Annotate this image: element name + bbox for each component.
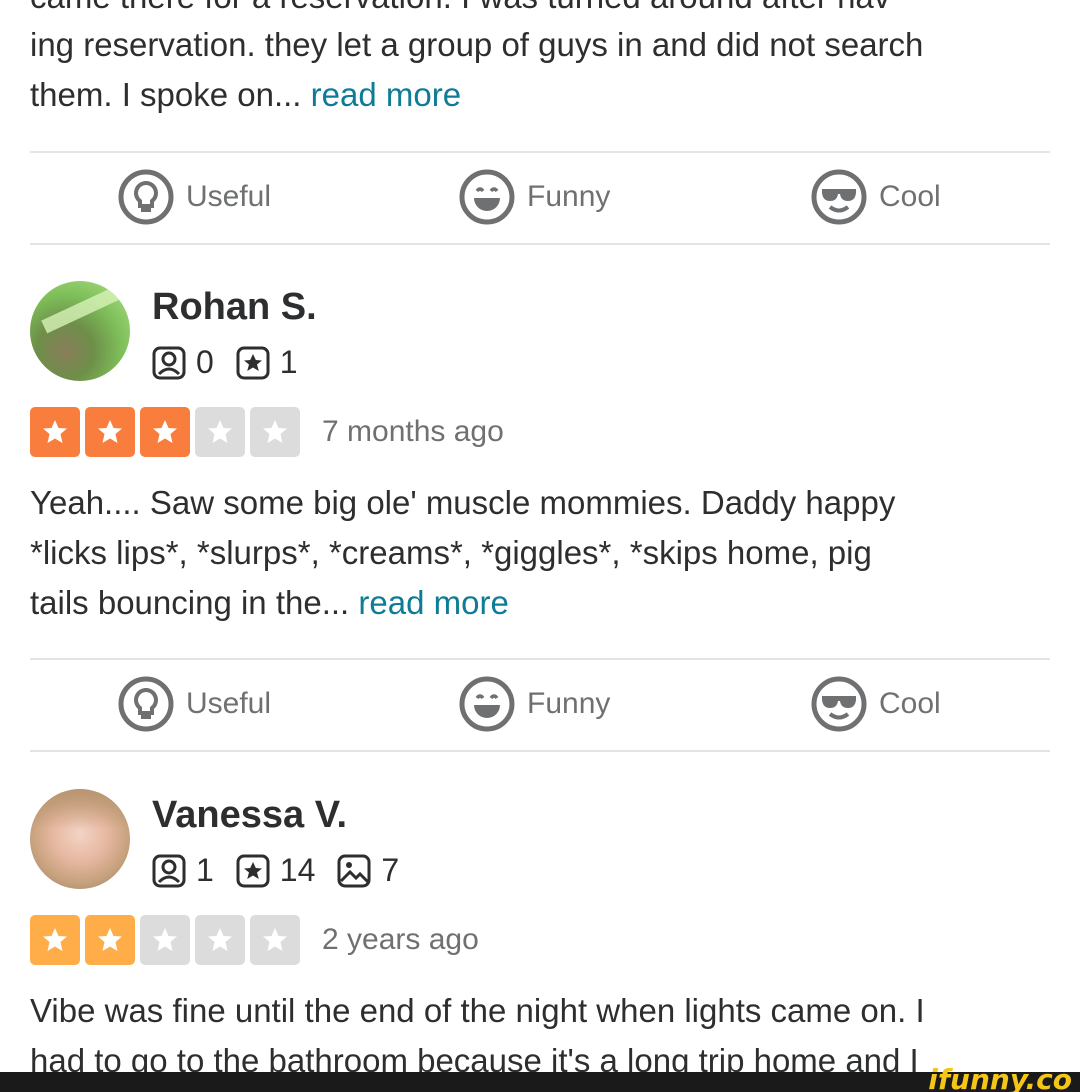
reviewer-name[interactable]: Vanessa V. bbox=[152, 794, 347, 837]
previous-review-text-line-2: them. I spoke on... read more bbox=[30, 76, 462, 113]
read-more-link[interactable]: read more bbox=[358, 584, 508, 621]
cool-button[interactable]: Cool bbox=[811, 676, 941, 732]
avatar[interactable] bbox=[30, 789, 130, 889]
laughing-face-icon bbox=[459, 676, 515, 732]
divider bbox=[30, 151, 1050, 153]
reviews-count: 14 bbox=[279, 852, 316, 888]
review-star-icon bbox=[236, 854, 270, 887]
empty-star-icon bbox=[195, 915, 245, 965]
photo-icon bbox=[337, 854, 371, 887]
reviewer-stats: 0 1 bbox=[152, 344, 320, 381]
empty-star-icon bbox=[140, 915, 190, 965]
reviewer-name[interactable]: Rohan S. bbox=[152, 286, 317, 329]
friends-icon bbox=[152, 346, 186, 379]
empty-star-icon bbox=[250, 407, 300, 457]
review-text-line-2: *licks lips*, *slurps*, *creams*, *giggl… bbox=[30, 534, 872, 571]
friends-count: 1 bbox=[196, 852, 214, 888]
review-date: 7 months ago bbox=[322, 415, 504, 448]
filled-star-icon bbox=[140, 407, 190, 457]
cool-button[interactable]: Cool bbox=[811, 169, 941, 225]
bottom-bar bbox=[0, 1072, 1080, 1092]
filled-star-icon bbox=[30, 915, 80, 965]
divider bbox=[30, 750, 1050, 752]
review-text-line-1: Yeah.... Saw some big ole' muscle mommie… bbox=[30, 484, 896, 521]
avatar[interactable] bbox=[30, 281, 130, 381]
lightbulb-icon bbox=[118, 676, 174, 732]
funny-label: Funny bbox=[527, 687, 611, 720]
useful-label: Useful bbox=[186, 687, 272, 720]
filled-star-icon bbox=[30, 407, 80, 457]
cool-label: Cool bbox=[879, 180, 941, 213]
filled-star-icon bbox=[85, 407, 135, 457]
previous-review-text-line-1: ing reservation. they let a group of guy… bbox=[30, 26, 924, 63]
review-star-icon bbox=[236, 346, 270, 379]
lightbulb-icon bbox=[118, 169, 174, 225]
photos-count: 7 bbox=[381, 852, 400, 888]
review-text-line-1: Vibe was fine until the end of the night… bbox=[30, 992, 925, 1029]
reviews-count: 1 bbox=[279, 344, 298, 380]
cool-label: Cool bbox=[879, 687, 941, 720]
divider bbox=[30, 658, 1050, 660]
divider bbox=[30, 243, 1050, 245]
funny-label: Funny bbox=[527, 180, 611, 213]
star-rating bbox=[30, 407, 300, 457]
empty-star-icon bbox=[250, 915, 300, 965]
previous-review-text-line-0: came there for a reservation. I was turn… bbox=[30, 0, 1060, 22]
review-text-line-3: tails bouncing in the... read more bbox=[30, 584, 509, 621]
useful-button[interactable]: Useful bbox=[118, 169, 271, 225]
laughing-face-icon bbox=[459, 169, 515, 225]
reviewer-stats: 1 14 7 bbox=[152, 852, 421, 889]
useful-label: Useful bbox=[186, 180, 272, 213]
filled-star-icon bbox=[85, 915, 135, 965]
useful-button[interactable]: Useful bbox=[118, 676, 271, 732]
sunglasses-face-icon bbox=[811, 169, 867, 225]
empty-star-icon bbox=[195, 407, 245, 457]
watermark: ifunny.co bbox=[928, 1063, 1072, 1092]
review-date: 2 years ago bbox=[322, 923, 479, 956]
sunglasses-face-icon bbox=[811, 676, 867, 732]
funny-button[interactable]: Funny bbox=[459, 169, 610, 225]
read-more-link[interactable]: read more bbox=[311, 76, 461, 113]
funny-button[interactable]: Funny bbox=[459, 676, 610, 732]
friends-count: 0 bbox=[196, 344, 214, 380]
friends-icon bbox=[152, 854, 186, 887]
star-rating bbox=[30, 915, 300, 965]
